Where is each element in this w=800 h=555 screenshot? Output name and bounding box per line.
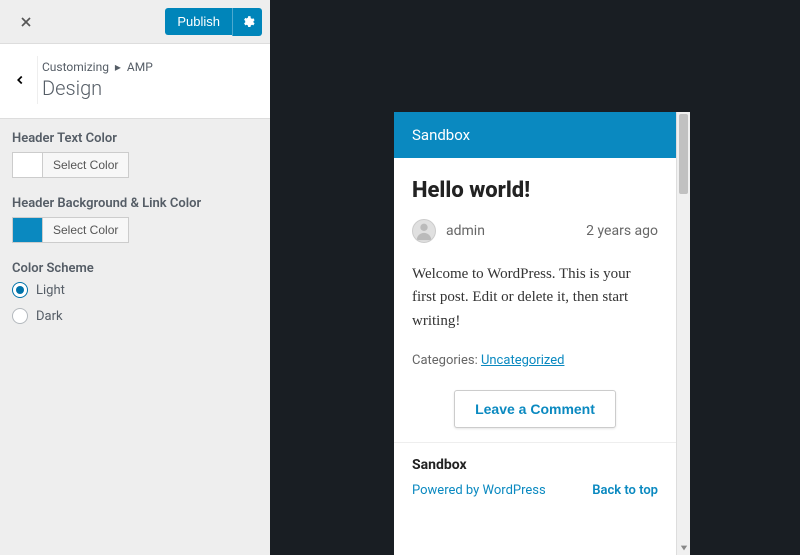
amp-footer: Sandbox Powered by WordPress Back to top — [394, 442, 676, 508]
radio-input[interactable] — [12, 308, 28, 324]
leave-comment-button[interactable]: Leave a Comment — [454, 390, 616, 428]
select-color-button[interactable]: Select Color — [42, 152, 129, 178]
author-name: admin — [446, 223, 485, 239]
color-swatch[interactable] — [12, 152, 42, 178]
scrollbar-thumb[interactable] — [679, 114, 688, 194]
amp-article: Hello world! admin 2 years ago Welcome t… — [394, 158, 676, 442]
publish-group: Publish — [165, 8, 262, 36]
site-title[interactable]: Sandbox — [412, 126, 470, 144]
scrollbar-down-arrow[interactable] — [677, 541, 690, 555]
breadcrumb-root: Customizing — [42, 60, 109, 74]
controls-list: Header Text Color Select Color Header Ba… — [0, 119, 270, 555]
powered-by-link[interactable]: Powered by WordPress — [412, 483, 546, 498]
footer-links: Powered by WordPress Back to top — [412, 483, 658, 498]
amp-header: Sandbox — [394, 112, 676, 158]
breadcrumb-leaf: AMP — [127, 60, 153, 74]
color-picker: Select Color — [12, 217, 258, 243]
publish-settings-button[interactable] — [232, 8, 262, 36]
section-header: Customizing ▸ AMP Design — [0, 44, 270, 119]
category-link[interactable]: Uncategorized — [481, 353, 564, 368]
categories-label: Categories: — [412, 353, 478, 368]
radio-label: Light — [36, 283, 65, 298]
chevron-left-icon — [13, 73, 27, 87]
control-header-text-color: Header Text Color Select Color — [12, 131, 258, 178]
radio-group: Light Dark — [12, 282, 258, 324]
gear-icon — [241, 15, 255, 29]
radio-option-dark[interactable]: Dark — [12, 308, 258, 324]
select-color-button[interactable]: Select Color — [42, 217, 129, 243]
scrollbar[interactable] — [676, 112, 690, 555]
control-label: Header Background & Link Color — [12, 196, 258, 211]
preview-area: Sandbox Hello world! admin 2 years ago W… — [270, 0, 800, 555]
footer-site-title: Sandbox — [412, 457, 658, 473]
avatar-icon — [413, 220, 435, 242]
customizer-sidebar: Publish Customizing ▸ AMP Design Header … — [0, 0, 270, 555]
breadcrumb: Customizing ▸ AMP — [42, 60, 153, 74]
control-color-scheme: Color Scheme Light Dark — [12, 261, 258, 324]
close-icon — [18, 14, 34, 30]
post-meta: admin 2 years ago — [412, 219, 658, 243]
avatar — [412, 219, 436, 243]
panel-header: Publish — [0, 0, 270, 44]
post-author: admin — [412, 219, 485, 243]
post-time: 2 years ago — [586, 223, 658, 239]
control-label: Color Scheme — [12, 261, 258, 276]
publish-button[interactable]: Publish — [165, 8, 232, 35]
radio-input[interactable] — [12, 282, 28, 298]
section-title: Design — [42, 76, 153, 100]
close-button[interactable] — [8, 4, 44, 40]
section-heading: Customizing ▸ AMP Design — [42, 60, 153, 100]
radio-option-light[interactable]: Light — [12, 282, 258, 298]
post-title: Hello world! — [412, 178, 658, 203]
chevron-down-icon — [680, 544, 688, 552]
post-categories: Categories: Uncategorized — [412, 353, 658, 368]
post-content: Welcome to WordPress. This is your first… — [412, 263, 658, 333]
radio-label: Dark — [36, 309, 63, 324]
back-to-top-link[interactable]: Back to top — [592, 483, 658, 498]
back-button[interactable] — [2, 56, 38, 104]
control-header-bg-link-color: Header Background & Link Color Select Co… — [12, 196, 258, 243]
control-label: Header Text Color — [12, 131, 258, 146]
color-picker: Select Color — [12, 152, 258, 178]
preview-content: Sandbox Hello world! admin 2 years ago W… — [394, 112, 676, 555]
preview-frame: Sandbox Hello world! admin 2 years ago W… — [394, 112, 690, 555]
color-swatch[interactable] — [12, 217, 42, 243]
